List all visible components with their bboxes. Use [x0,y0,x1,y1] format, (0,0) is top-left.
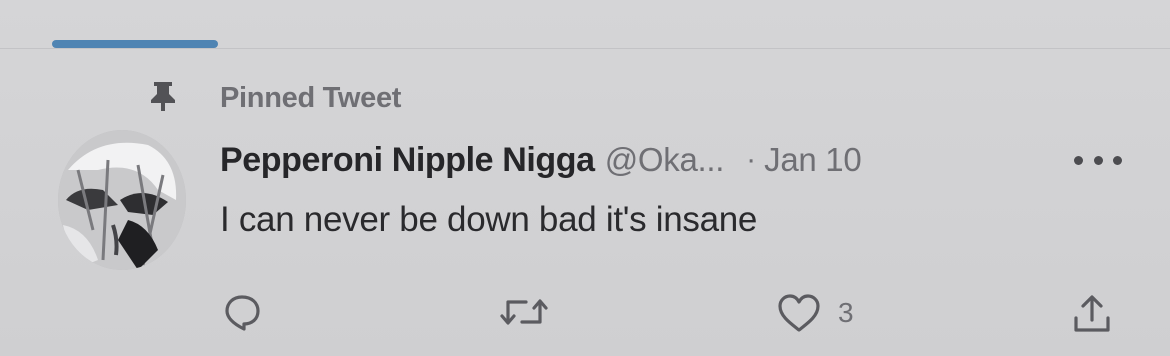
user-handle[interactable]: @Oka... [605,141,725,179]
reply-button[interactable] [222,292,262,332]
more-dot-icon [1093,155,1103,165]
display-name[interactable]: Pepperoni Nipple Nigga [220,141,595,180]
avatar[interactable] [58,130,186,270]
share-button[interactable] [1070,292,1114,336]
share-icon [1074,295,1110,332]
tweet-date[interactable]: Jan 10 [764,141,862,179]
pinned-tweet-label: Pinned Tweet [220,82,402,114]
separator-dot: · [746,143,757,176]
avatar-image [58,130,186,270]
reply-icon [225,295,260,331]
active-tab-indicator [52,40,218,48]
heart-icon [778,294,820,332]
pin-icon [151,82,175,111]
like-count: 3 [838,297,854,328]
retweet-icon [500,299,548,325]
tweet-text: I can never be down bad it's insane [220,200,758,239]
tweet-header: Pepperoni Nipple Nigga @Oka... · Jan 10 [220,138,862,182]
tab-divider [0,48,1170,49]
more-options-button[interactable] [1074,150,1122,170]
more-dot-icon [1113,155,1122,165]
like-button[interactable]: 3 [776,292,854,334]
retweet-button[interactable] [498,292,550,332]
more-dot-icon [1074,155,1083,165]
pinned-indicator [148,80,178,112]
pinned-tweet-card: Pinned Tweet Pepperoni Nipple Nigga @Oka… [0,0,1170,356]
